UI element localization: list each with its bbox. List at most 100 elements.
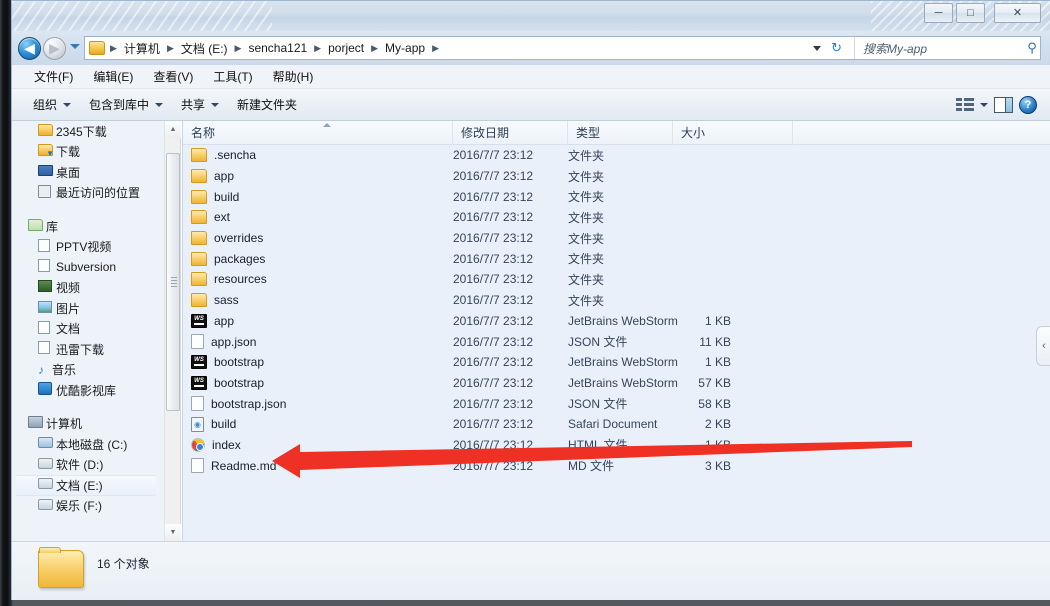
folder-yellow-icon — [38, 123, 56, 139]
breadcrumb-item-drive-e[interactable]: 文档 (E:) — [177, 38, 232, 59]
recent-pages-dropdown-icon[interactable] — [70, 44, 80, 49]
table-row[interactable]: ext 2016/7/7 23:12 文件夹 — [183, 207, 1050, 228]
new-folder-button[interactable]: 新建文件夹 — [228, 93, 306, 116]
search-input[interactable]: 搜索My-app ⚲ — [854, 37, 1040, 59]
include-in-library-label: 包含到库中 — [89, 98, 150, 112]
sidebar-item-videos[interactable]: 视频 — [12, 278, 164, 299]
scroll-up-arrow-icon[interactable]: ▲ — [165, 121, 181, 138]
menu-bar: 文件(F) 编辑(E) 查看(V) 工具(T) 帮助(H) — [12, 65, 1050, 89]
scroll-down-arrow-icon[interactable]: ▼ — [165, 524, 181, 541]
table-row[interactable]: sass 2016/7/7 23:12 文件夹 — [183, 290, 1050, 311]
sidebar-item-label: 优酷影视库 — [56, 383, 117, 398]
table-row[interactable]: index 2016/7/7 23:12 HTML 文件 1 KB — [183, 435, 1050, 456]
sidebar-item-subversion[interactable]: Subversion — [12, 257, 164, 278]
file-date-cell: 2016/7/7 23:12 — [453, 437, 534, 452]
sidebar-item-drive-d[interactable]: 软件 (D:) — [12, 455, 164, 476]
column-header-size[interactable]: 大小 — [673, 121, 793, 145]
sidebar-item-label: Subversion — [56, 260, 117, 275]
chevron-right-icon: ▶ — [110, 42, 117, 53]
table-row[interactable]: .sencha 2016/7/7 23:12 文件夹 — [183, 145, 1050, 166]
chevron-down-icon[interactable] — [813, 45, 822, 51]
sidebar-item-thunder-downloads[interactable]: 迅雷下载 — [12, 339, 164, 360]
include-in-library-button[interactable]: 包含到库中 — [80, 93, 172, 116]
help-icon[interactable]: ? — [1019, 95, 1037, 114]
table-row[interactable]: WS app 2016/7/7 23:12 JetBrains WebStorm… — [183, 311, 1050, 332]
column-header-date[interactable]: 修改日期 — [453, 121, 568, 145]
sidebar-item-drive-f[interactable]: 娱乐 (F:) — [12, 496, 164, 517]
table-row[interactable]: app 2016/7/7 23:12 文件夹 — [183, 166, 1050, 187]
file-name-cell: WS bootstrap — [191, 375, 264, 390]
sidebar-item-label: 文档 (E:) — [56, 478, 103, 493]
column-header-name[interactable]: 名称 — [183, 121, 453, 145]
file-date-cell: 2016/7/7 23:12 — [453, 148, 534, 163]
file-date-cell: 2016/7/7 23:12 — [453, 313, 534, 328]
forward-button[interactable]: ▶ — [43, 37, 66, 60]
breadcrumb-item-sencha121[interactable]: sencha121 — [244, 39, 311, 57]
window-titlebar[interactable]: ─ □ ✕ — [12, 1, 1050, 31]
file-name-label: bootstrap — [214, 355, 265, 370]
table-row[interactable]: Readme.md 2016/7/7 23:12 MD 文件 3 KB — [183, 455, 1050, 476]
table-row[interactable]: overrides 2016/7/7 23:12 文件夹 — [183, 228, 1050, 249]
back-button[interactable]: ◀ — [18, 37, 41, 60]
sidebar-item-local-disk-c[interactable]: 本地磁盘 (C:) — [12, 434, 164, 455]
sidebar-item-desktop[interactable]: 桌面 — [12, 162, 164, 183]
organize-button[interactable]: 组织 — [24, 93, 80, 116]
sidebar-item-libraries[interactable]: 库 — [12, 216, 164, 237]
table-row[interactable]: WS bootstrap 2016/7/7 23:12 JetBrains We… — [183, 352, 1050, 373]
collapse-details-pane-button[interactable]: ‹ — [1036, 326, 1050, 366]
drive-icon — [38, 457, 56, 472]
minimize-button[interactable]: ─ — [924, 3, 953, 23]
table-row[interactable]: bootstrap.json 2016/7/7 23:12 JSON 文件 58… — [183, 393, 1050, 414]
menu-edit[interactable]: 编辑(E) — [83, 66, 143, 87]
sidebar-item-pictures[interactable]: 图片 — [12, 298, 164, 319]
menu-view[interactable]: 查看(V) — [143, 66, 203, 87]
search-icon[interactable]: ⚲ — [1024, 40, 1040, 56]
change-view-icon[interactable] — [956, 97, 974, 112]
address-bar-row: ◀ ▶ ▶ 计算机 ▶ 文档 (E:) ▶ sencha121 ▶ porjec… — [12, 31, 1050, 65]
sidebar-item-recent-places[interactable]: 最近访问的位置 — [12, 183, 164, 204]
sidebar-item-2345downloads[interactable]: 2345下载 — [12, 121, 164, 142]
scrollbar-thumb[interactable] — [166, 153, 180, 411]
file-date-cell: 2016/7/7 23:12 — [453, 355, 534, 370]
breadcrumb-item-my-app[interactable]: My-app — [381, 39, 429, 57]
file-size-cell: 57 KB — [698, 375, 731, 390]
refresh-icon[interactable]: ↻ — [831, 40, 842, 56]
sidebar-item-drive-e[interactable]: 文档 (E:) — [16, 475, 156, 496]
close-button[interactable]: ✕ — [994, 3, 1041, 23]
breadcrumb-item-computer[interactable]: 计算机 — [120, 38, 164, 59]
sidebar-item-music[interactable]: ♪ 音乐 — [12, 360, 164, 381]
table-row[interactable]: ◉ build 2016/7/7 23:12 Safari Document 2… — [183, 414, 1050, 435]
document-icon — [38, 238, 56, 255]
preview-pane-icon[interactable] — [994, 96, 1013, 113]
navigation-pane-scrollbar[interactable]: ▲ ▼ — [164, 121, 181, 541]
menu-help[interactable]: 帮助(H) — [263, 66, 324, 87]
sidebar-item-label: 图片 — [56, 301, 81, 316]
table-row[interactable]: build 2016/7/7 23:12 文件夹 — [183, 186, 1050, 207]
file-name-cell: WS bootstrap — [191, 355, 265, 370]
sidebar-item-computer[interactable]: 计算机 — [12, 414, 164, 435]
table-row[interactable]: packages 2016/7/7 23:12 文件夹 — [183, 248, 1050, 269]
breadcrumb[interactable]: ▶ 计算机 ▶ 文档 (E:) ▶ sencha121 ▶ porject ▶ … — [84, 36, 1041, 60]
breadcrumb-item-porject[interactable]: porject — [324, 39, 368, 57]
menu-file[interactable]: 文件(F) — [24, 66, 83, 87]
file-size-cell: 11 KB — [699, 334, 731, 349]
chevron-down-icon[interactable] — [980, 102, 988, 107]
file-type-cell: MD 文件 — [568, 459, 614, 474]
table-row[interactable]: WS bootstrap 2016/7/7 23:12 JetBrains We… — [183, 373, 1050, 394]
sidebar-item-downloads[interactable]: 下载 — [12, 142, 164, 163]
webstorm-file-icon: WS — [191, 313, 207, 328]
sidebar-item-youku[interactable]: 优酷影视库 — [12, 380, 164, 401]
file-name-cell: packages — [191, 251, 265, 266]
table-row[interactable]: resources 2016/7/7 23:12 文件夹 — [183, 269, 1050, 290]
document-icon — [38, 320, 56, 337]
sidebar-item-label: 文档 — [56, 322, 81, 337]
folder-icon — [191, 293, 207, 308]
sidebar-item-label: 软件 (D:) — [56, 458, 104, 473]
table-row[interactable]: app.json 2016/7/7 23:12 JSON 文件 11 KB — [183, 331, 1050, 352]
column-header-type[interactable]: 类型 — [568, 121, 673, 145]
sidebar-item-pptv[interactable]: PPTV视频 — [12, 237, 164, 258]
sidebar-item-documents[interactable]: 文档 — [12, 319, 164, 340]
menu-tools[interactable]: 工具(T) — [203, 66, 262, 87]
maximize-button[interactable]: □ — [956, 3, 985, 23]
share-button[interactable]: 共享 — [172, 93, 228, 116]
